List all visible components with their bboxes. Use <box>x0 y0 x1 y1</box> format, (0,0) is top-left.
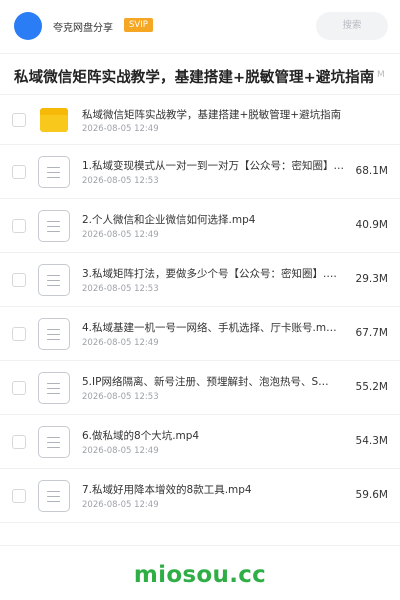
select-checkbox[interactable] <box>12 434 26 449</box>
list-item[interactable]: 1.私域变现模式从一对一到一对万【公众号：密知圈】… 2026-08-05 12… <box>0 145 400 199</box>
select-checkbox[interactable] <box>12 326 26 341</box>
item-name: 6.做私域的8个大坑.mp4 <box>82 430 200 442</box>
list-item[interactable]: 5.IP网络隔离、新号注册、预埋解封、泡泡热号、S… 2026-08-05 12… <box>0 361 400 415</box>
document-icon <box>38 155 70 188</box>
item-size: 40.9M <box>355 218 388 231</box>
select-checkbox[interactable] <box>12 218 26 233</box>
select-checkbox[interactable] <box>12 488 26 503</box>
document-icon <box>38 371 70 404</box>
search-input[interactable]: 搜索 <box>316 12 388 40</box>
item-name: 1.私域变现模式从一对一到一对万【公众号：密知圈】… <box>82 160 345 172</box>
item-name: 2.个人微信和企业微信如何选择.mp4 <box>82 214 256 226</box>
item-size: 67.7M <box>355 326 388 339</box>
divider <box>0 545 400 546</box>
select-checkbox[interactable] <box>12 164 26 179</box>
document-icon <box>38 209 70 242</box>
item-size: 55.2M <box>355 380 388 393</box>
title-overflow-text: M <box>377 70 385 80</box>
item-date: 2026-08-05 12:49 <box>82 446 159 456</box>
item-date: 2026-08-05 12:49 <box>82 338 159 348</box>
avatar[interactable] <box>14 12 42 40</box>
file-list: 私域微信矩阵实战教学，基建搭建+脱敏管理+避坑指南 2026-08-05 12:… <box>0 95 400 523</box>
list-item[interactable]: 6.做私域的8个大坑.mp4 2026-08-05 12:49 54.3M <box>0 415 400 469</box>
svip-badge: SVIP <box>124 18 153 32</box>
page-title: 私域微信矩阵实战教学，基建搭建+脱敏管理+避坑指南 <box>14 70 375 86</box>
select-checkbox[interactable] <box>12 380 26 395</box>
document-icon <box>38 425 70 458</box>
item-name: 7.私域好用降本增效的8款工具.mp4 <box>82 484 252 496</box>
item-name: 4.私域基建一机一号一网络、手机选择、厅卡账号.m… <box>82 322 337 334</box>
top-header: 夸克网盘分享 SVIP 搜索 <box>0 0 400 54</box>
item-date: 2026-08-05 12:53 <box>82 176 159 186</box>
item-date: 2026-08-05 12:49 <box>82 500 159 510</box>
list-item[interactable]: 3.私域矩阵打法，要做多少个号【公众号：密知圈】.… 2026-08-05 12… <box>0 253 400 307</box>
list-item[interactable]: 私域微信矩阵实战教学，基建搭建+脱敏管理+避坑指南 2026-08-05 12:… <box>0 95 400 145</box>
document-icon <box>38 263 70 296</box>
item-name: 私域微信矩阵实战教学，基建搭建+脱敏管理+避坑指南 <box>82 109 342 121</box>
item-size: 29.3M <box>355 272 388 285</box>
item-date: 2026-08-05 12:53 <box>82 392 159 402</box>
select-checkbox[interactable] <box>12 112 26 127</box>
item-date: 2026-08-05 12:53 <box>82 284 159 294</box>
list-item[interactable]: 4.私域基建一机一号一网络、手机选择、厅卡账号.m… 2026-08-05 12… <box>0 307 400 361</box>
list-item[interactable]: 2.个人微信和企业微信如何选择.mp4 2026-08-05 12:49 40.… <box>0 199 400 253</box>
document-icon <box>38 317 70 350</box>
folder-icon <box>40 107 68 132</box>
select-checkbox[interactable] <box>12 272 26 287</box>
item-date: 2026-08-05 12:49 <box>82 124 159 134</box>
list-item[interactable]: 7.私域好用降本增效的8款工具.mp4 2026-08-05 12:49 59.… <box>0 469 400 523</box>
item-size: 68.1M <box>355 164 388 177</box>
item-name: 3.私域矩阵打法，要做多少个号【公众号：密知圈】.… <box>82 268 337 280</box>
share-owner-name: 夸克网盘分享 <box>53 23 113 34</box>
item-size: 54.3M <box>355 434 388 447</box>
item-date: 2026-08-05 12:49 <box>82 230 159 240</box>
item-name: 5.IP网络隔离、新号注册、预埋解封、泡泡热号、S… <box>82 376 329 388</box>
document-icon <box>38 479 70 512</box>
item-size: 59.6M <box>355 488 388 501</box>
watermark-text: miosou.cc <box>133 562 267 588</box>
